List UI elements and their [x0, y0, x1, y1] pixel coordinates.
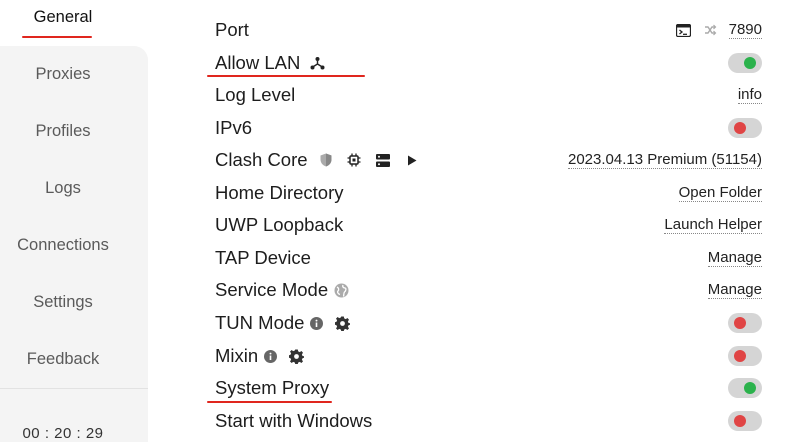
tun-mode-label: TUN Mode [215, 312, 305, 333]
tap-device-manage-button[interactable]: Manage [707, 249, 762, 267]
port-value[interactable]: 7890 [728, 21, 762, 39]
ipv6-label: IPv6 [215, 117, 253, 138]
tun-mode-toggle[interactable] [728, 313, 762, 333]
setting-row-mixin: Mixin [215, 340, 762, 372]
sidebar-item-connections[interactable]: Connections [0, 236, 126, 255]
annotation-underline-general [22, 36, 92, 38]
mixin-toggle[interactable] [728, 346, 762, 366]
clash-core-label: Clash Core [215, 149, 308, 170]
system-proxy-toggle[interactable] [728, 378, 762, 398]
globe-icon [334, 283, 349, 298]
launch-helper-button[interactable]: Launch Helper [664, 216, 762, 234]
start-with-windows-label: Start with Windows [215, 410, 373, 431]
sidebar-item-logs[interactable]: Logs [0, 179, 126, 198]
ipv6-toggle[interactable] [728, 118, 762, 138]
uptime-clock: 00 : 20 : 29 [22, 425, 104, 442]
info-icon[interactable] [310, 316, 324, 330]
sidebar-item-profiles[interactable]: Profiles [0, 122, 126, 141]
sidebar-item-general[interactable]: General [0, 8, 126, 27]
setting-row-log-level: Log Level info [215, 79, 762, 111]
annotation-underline-system-proxy [207, 401, 332, 403]
toggle-knob [734, 317, 746, 329]
open-folder-button[interactable]: Open Folder [678, 184, 762, 202]
allow-lan-label: Allow LAN [215, 52, 301, 73]
service-mode-label: Service Mode [215, 279, 329, 300]
chip-icon[interactable] [347, 153, 361, 167]
gear-icon[interactable] [289, 349, 305, 364]
home-directory-label: Home Directory [215, 182, 344, 203]
toggle-knob [734, 122, 746, 134]
toggle-knob [744, 382, 756, 394]
service-mode-manage-button[interactable]: Manage [707, 281, 762, 299]
allow-lan-toggle[interactable] [728, 53, 762, 73]
terminal-icon[interactable] [675, 23, 691, 37]
play-icon[interactable] [407, 155, 417, 166]
start-with-windows-toggle[interactable] [728, 411, 762, 431]
info-icon[interactable] [264, 349, 278, 363]
server-icon[interactable] [375, 153, 390, 167]
setting-row-start-with-windows: Start with Windows [215, 405, 762, 437]
uwp-loopback-label: UWP Loopback [215, 214, 344, 235]
toggle-knob [744, 57, 756, 69]
tap-device-label: TAP Device [215, 247, 311, 268]
annotation-underline-allow-lan [207, 75, 365, 77]
sidebar-item-settings[interactable]: Settings [0, 293, 126, 312]
toggle-knob [734, 350, 746, 362]
setting-row-home-directory: Home Directory Open Folder [215, 177, 762, 209]
gear-icon[interactable] [335, 316, 351, 331]
setting-row-clash-core: Clash Core 2023.04.13 Premium (51154) [215, 144, 762, 176]
sidebar-item-proxies[interactable]: Proxies [0, 65, 126, 84]
port-label: Port [215, 19, 249, 40]
setting-row-service-mode: Service Mode Manage [215, 274, 762, 306]
setting-row-ipv6: IPv6 [215, 112, 762, 144]
network-icon[interactable] [310, 56, 325, 70]
sidebar-item-feedback[interactable]: Feedback [0, 350, 126, 369]
setting-row-tun-mode: TUN Mode [215, 307, 762, 339]
system-proxy-label: System Proxy [215, 377, 330, 398]
clash-core-version[interactable]: 2023.04.13 Premium (51154) [567, 151, 762, 169]
shield-icon[interactable] [320, 153, 332, 167]
toggle-knob [734, 415, 746, 427]
sidebar-divider [0, 388, 148, 389]
sidebar: General Proxies Profiles Logs Connection… [0, 0, 148, 442]
mixin-label: Mixin [215, 345, 259, 366]
setting-row-port: Port 7890 [215, 14, 762, 46]
log-level-select[interactable]: info [737, 86, 762, 104]
setting-row-uwp-loopback: UWP Loopback Launch Helper [215, 209, 762, 241]
setting-row-tap-device: TAP Device Manage [215, 242, 762, 274]
log-level-label: Log Level [215, 84, 296, 105]
random-port-icon[interactable] [703, 23, 717, 37]
setting-row-system-proxy: System Proxy [215, 372, 762, 404]
